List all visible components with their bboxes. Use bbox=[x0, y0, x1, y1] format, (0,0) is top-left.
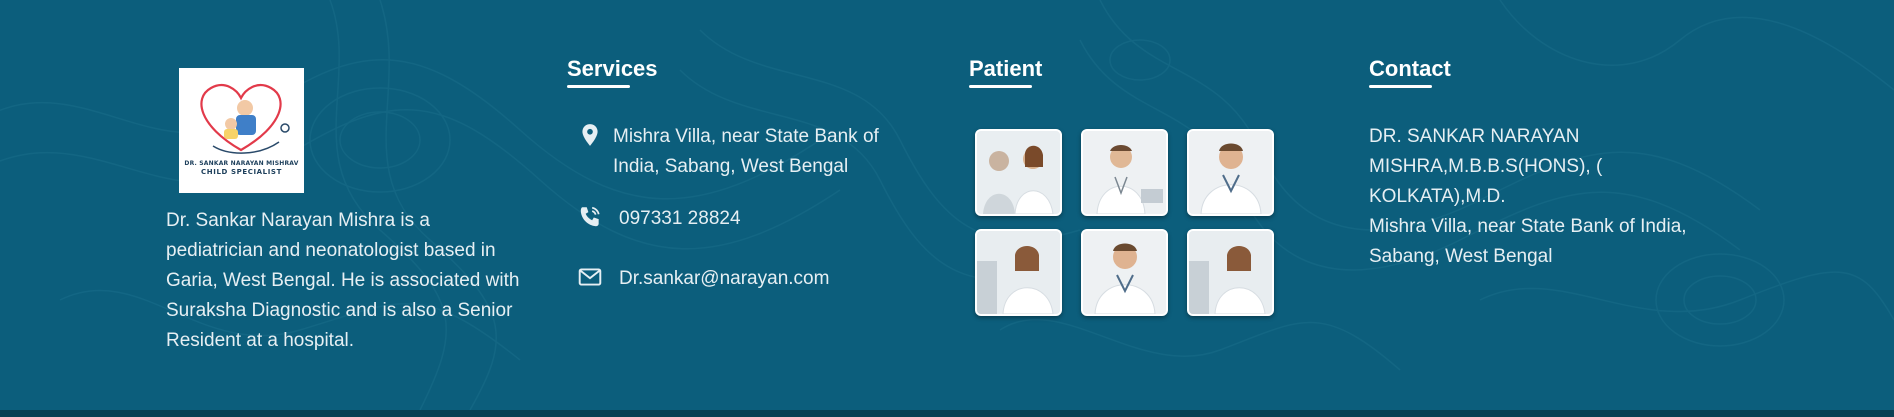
services-phone-text[interactable]: 097331 28824 bbox=[619, 204, 741, 234]
patient-photo-2[interactable] bbox=[1081, 129, 1168, 216]
phone-icon bbox=[580, 206, 600, 227]
patient-photo-6[interactable] bbox=[1187, 229, 1274, 316]
logo-name-text: DR. SANKAR NARAYAN MISHRAV bbox=[184, 160, 299, 167]
services-address-text: Mishra Villa, near State Bank of India, … bbox=[613, 126, 879, 177]
about-description: Dr. Sankar Narayan Mishra is a pediatric… bbox=[166, 210, 520, 351]
services-phone-item[interactable]: 097331 28824 bbox=[577, 204, 741, 234]
location-pin-icon bbox=[582, 124, 598, 146]
contact-name-line: MISHRA,M.B.B.S(HONS), ( bbox=[1369, 156, 1603, 177]
footer-bottom-bar bbox=[0, 410, 1894, 417]
services-email-item[interactable]: Dr.sankar@narayan.com bbox=[577, 264, 829, 294]
patient-gallery bbox=[975, 129, 1295, 316]
contact-details: DR. SANKAR NARAYAN MISHRA,M.B.B.S(HONS),… bbox=[1369, 122, 1769, 272]
doctor-portrait-image bbox=[1083, 231, 1166, 314]
contact-name-line: KOLKATA),M.D. bbox=[1369, 186, 1506, 207]
clinic-logo[interactable]: DR. SANKAR NARAYAN MISHRAV CHILD SPECIAL… bbox=[179, 68, 304, 193]
patient-photo-1[interactable] bbox=[975, 129, 1062, 216]
contact-address-line: Sabang, West Bengal bbox=[1369, 246, 1553, 267]
services-heading: Services bbox=[567, 56, 658, 81]
contact-heading-underline bbox=[1369, 85, 1432, 88]
contact-heading: Contact bbox=[1369, 56, 1451, 81]
services-heading-underline bbox=[567, 85, 630, 88]
female-doctor-image bbox=[1189, 231, 1272, 314]
contact-address-line: Mishra Villa, near State Bank of India, bbox=[1369, 216, 1687, 237]
patient-photo-5[interactable] bbox=[1081, 229, 1168, 316]
doctor-with-patient-image bbox=[977, 131, 1060, 214]
envelope-icon bbox=[578, 268, 602, 286]
patient-heading-underline bbox=[969, 85, 1032, 88]
services-email-text[interactable]: Dr.sankar@narayan.com bbox=[619, 264, 829, 294]
patient-photo-4[interactable] bbox=[975, 229, 1062, 316]
site-footer: DR. SANKAR NARAYAN MISHRAV CHILD SPECIAL… bbox=[0, 0, 1894, 410]
contact-name-line: DR. SANKAR NARAYAN bbox=[1369, 126, 1580, 147]
patient-photo-3[interactable] bbox=[1187, 129, 1274, 216]
patient-heading: Patient bbox=[969, 56, 1043, 81]
heart-stethoscope-icon bbox=[200, 83, 290, 154]
services-address-item: Mishra Villa, near State Bank of India, … bbox=[577, 122, 917, 182]
doctor-at-desk-image bbox=[1083, 131, 1166, 214]
female-doctor-image bbox=[977, 231, 1060, 314]
doctor-portrait-image bbox=[1189, 131, 1272, 214]
logo-tagline-text: CHILD SPECIALIST bbox=[201, 168, 282, 176]
